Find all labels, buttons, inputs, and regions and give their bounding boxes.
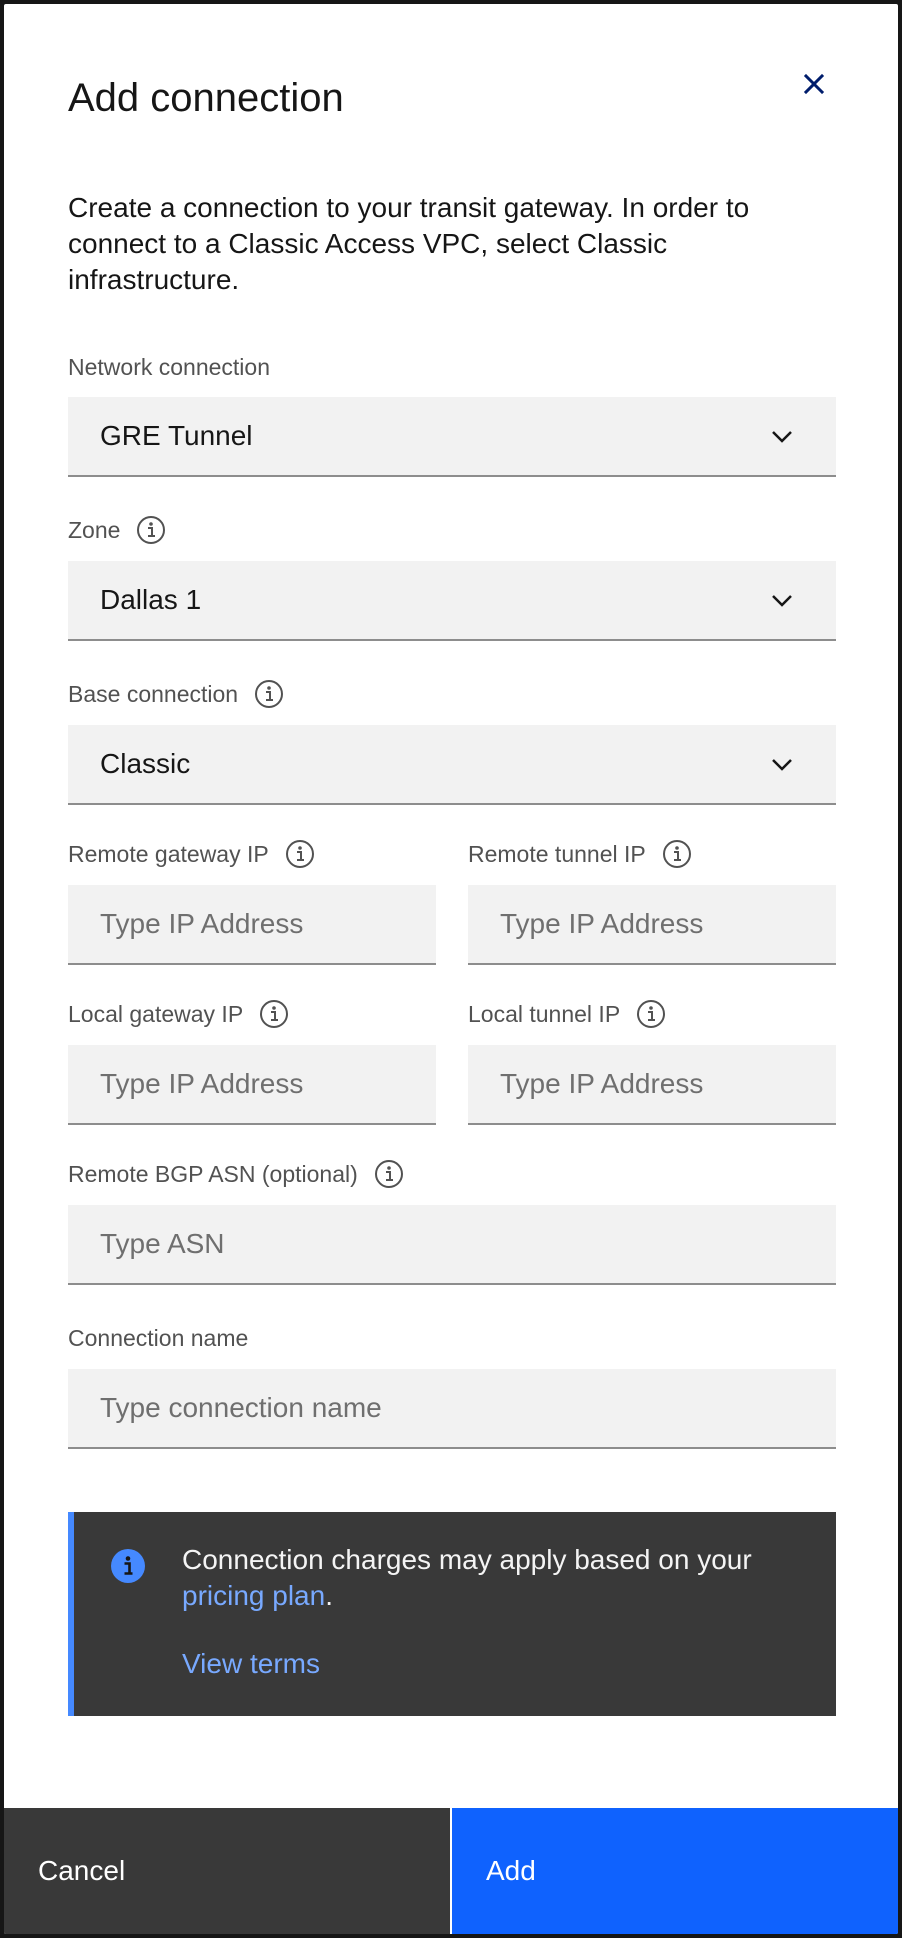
chevron-down-icon: [772, 595, 792, 607]
modal-description: Create a connection to your transit gate…: [68, 192, 750, 295]
network-connection-select[interactable]: GRE Tunnel: [68, 397, 836, 477]
remote-bgp-asn-field[interactable]: [68, 1205, 836, 1285]
local-gateway-ip-info-icon[interactable]: [259, 999, 289, 1029]
info-notification: Connection charges may apply based on yo…: [68, 1512, 836, 1716]
connection-name-field[interactable]: [68, 1369, 836, 1449]
base-connection-select[interactable]: Classic: [68, 725, 836, 805]
local-tunnel-ip-label: Local tunnel IP: [468, 999, 666, 1029]
base-connection-info-icon[interactable]: [254, 679, 284, 709]
close-button[interactable]: [794, 64, 834, 104]
add-connection-modal: Add connection Create a connection to yo…: [4, 4, 898, 1934]
connection-name-label: Connection name: [68, 1325, 249, 1351]
remote-tunnel-ip-label: Remote tunnel IP: [468, 839, 692, 869]
local-gateway-ip-field[interactable]: [68, 1045, 436, 1125]
zone-select[interactable]: Dallas 1: [68, 561, 836, 641]
remote-gateway-ip-label: Remote gateway IP: [68, 839, 315, 869]
remote-gateway-ip-info-icon[interactable]: [285, 839, 315, 869]
modal-title: Add connection: [68, 76, 344, 120]
modal-footer: Cancel Add: [4, 1808, 898, 1934]
remote-tunnel-ip-field[interactable]: [468, 885, 836, 965]
close-icon: [803, 73, 825, 95]
zone-info-icon[interactable]: [136, 515, 166, 545]
remote-gateway-ip-input[interactable]: [100, 885, 436, 963]
cancel-button[interactable]: Cancel: [4, 1808, 452, 1934]
remote-bgp-asn-label: Remote BGP ASN (optional): [68, 1159, 404, 1189]
base-connection-label: Base connection: [68, 679, 284, 709]
local-tunnel-ip-input[interactable]: [500, 1045, 836, 1123]
info-filled-icon: [111, 1549, 145, 1583]
view-terms-link[interactable]: View terms: [182, 1646, 320, 1682]
connection-name-input[interactable]: [100, 1369, 836, 1447]
chevron-down-icon: [772, 759, 792, 771]
pricing-plan-link[interactable]: pricing plan: [182, 1580, 325, 1611]
local-gateway-ip-input[interactable]: [100, 1045, 436, 1123]
network-connection-label: Network connection: [68, 354, 270, 380]
remote-bgp-asn-input[interactable]: [100, 1205, 836, 1283]
remote-tunnel-ip-info-icon[interactable]: [662, 839, 692, 869]
chevron-down-icon: [772, 431, 792, 443]
notification-text: Connection charges may apply based on yo…: [182, 1544, 752, 1611]
local-tunnel-ip-field[interactable]: [468, 1045, 836, 1125]
local-tunnel-ip-info-icon[interactable]: [636, 999, 666, 1029]
remote-gateway-ip-field[interactable]: [68, 885, 436, 965]
remote-tunnel-ip-input[interactable]: [500, 885, 836, 963]
zone-label: Zone: [68, 515, 166, 545]
add-button[interactable]: Add: [452, 1808, 898, 1934]
remote-bgp-asn-info-icon[interactable]: [374, 1159, 404, 1189]
local-gateway-ip-label: Local gateway IP: [68, 999, 289, 1029]
